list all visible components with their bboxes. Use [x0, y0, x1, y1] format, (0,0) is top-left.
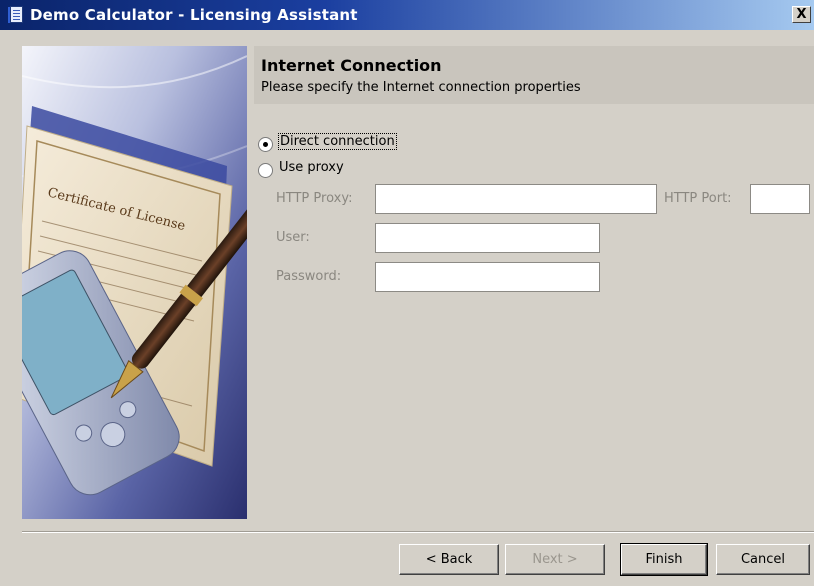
cancel-button[interactable]: Cancel	[716, 544, 810, 575]
http-port-label: HTTP Port:	[664, 191, 732, 206]
title-bar: Demo Calculator - Licensing Assistant X	[0, 0, 814, 30]
direct-connection-label[interactable]: Direct connection	[278, 133, 397, 150]
back-button[interactable]: < Back	[399, 544, 499, 575]
http-proxy-field[interactable]	[375, 184, 657, 214]
app-document-icon[interactable]	[8, 6, 25, 24]
user-label: User:	[276, 230, 310, 245]
page-subtitle: Please specify the Internet connection p…	[261, 80, 581, 95]
use-proxy-label[interactable]: Use proxy	[279, 160, 344, 175]
header-band	[254, 46, 814, 104]
window-title: Demo Calculator - Licensing Assistant	[30, 6, 358, 24]
footer-separator	[22, 531, 814, 533]
use-proxy-radio[interactable]	[258, 163, 273, 178]
direct-connection-text: Direct connection	[278, 133, 397, 150]
side-illustration: Certificate of License	[22, 46, 247, 519]
close-button[interactable]: X	[792, 6, 811, 23]
user-field[interactable]	[375, 223, 600, 253]
password-label: Password:	[276, 269, 342, 284]
http-port-field[interactable]	[750, 184, 810, 214]
password-field[interactable]	[375, 262, 600, 292]
certificate-pen-illustration: Certificate of License	[22, 46, 247, 519]
direct-connection-radio[interactable]	[258, 137, 273, 152]
next-button[interactable]: Next >	[505, 544, 605, 575]
finish-button[interactable]: Finish	[620, 543, 708, 576]
http-proxy-label: HTTP Proxy:	[276, 191, 353, 206]
page-title: Internet Connection	[261, 56, 442, 75]
